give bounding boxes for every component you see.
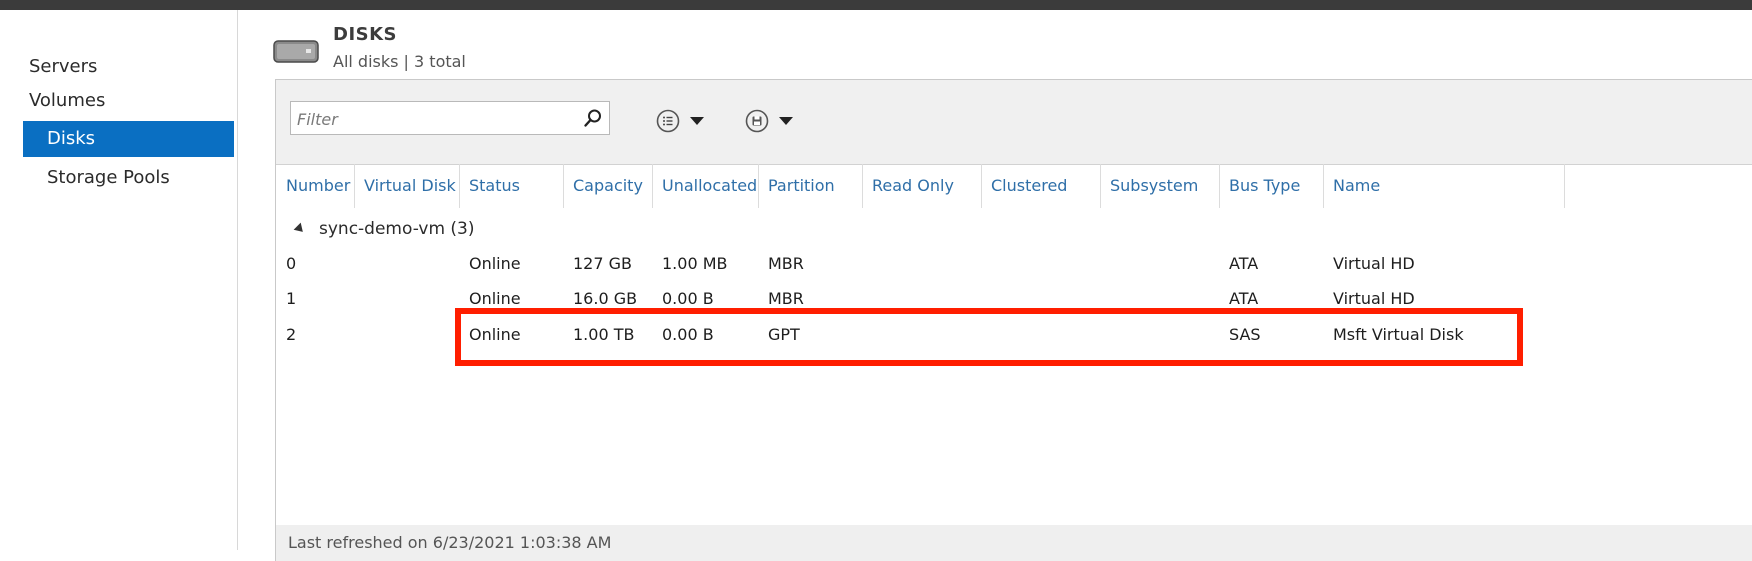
disks-panel: Number Virtual Disk Status Capacity Unal… bbox=[275, 79, 1752, 561]
column-header-subsystem[interactable]: Subsystem bbox=[1100, 164, 1219, 208]
cell-status: Online bbox=[469, 254, 521, 273]
last-refreshed-text: Last refreshed on 6/23/2021 1:03:38 AM bbox=[288, 533, 612, 552]
cell-status: Online bbox=[469, 289, 521, 308]
cell-read-only bbox=[862, 247, 872, 281]
cell-partition: MBR bbox=[768, 289, 804, 308]
column-header-read-only[interactable]: Read Only bbox=[862, 164, 981, 208]
sidebar-item-disks[interactable]: Disks bbox=[23, 121, 234, 157]
column-header-partition[interactable]: Partition bbox=[758, 164, 862, 208]
chevron-down-icon bbox=[690, 117, 704, 125]
cell-unallocated: 1.00 MB bbox=[662, 254, 728, 273]
save-query-button[interactable] bbox=[745, 108, 794, 134]
column-header-capacity[interactable]: Capacity bbox=[563, 164, 652, 208]
window-top-bar bbox=[0, 0, 1752, 10]
cell-clustered bbox=[981, 282, 991, 316]
cell-bus-type: SAS bbox=[1229, 325, 1261, 344]
column-header-name[interactable]: Name bbox=[1323, 164, 1531, 208]
cell-name: Virtual HD bbox=[1333, 254, 1415, 273]
cell-subsystem bbox=[1100, 247, 1110, 281]
list-icon bbox=[656, 109, 680, 133]
view-options-button[interactable] bbox=[656, 108, 705, 134]
sidebar: Servers Volumes Disks Storage Pools bbox=[0, 10, 238, 550]
cell-status: Online bbox=[469, 325, 521, 344]
table-row[interactable]: 1 Online 16.0 GB 0.00 B MBR ATA Virtual … bbox=[276, 282, 1752, 316]
status-bar: Last refreshed on 6/23/2021 1:03:38 AM bbox=[276, 525, 1752, 561]
group-label: sync-demo-vm (3) bbox=[319, 219, 475, 239]
column-header-number[interactable]: Number bbox=[276, 164, 354, 208]
cell-subsystem bbox=[1100, 282, 1110, 316]
sidebar-item-volumes[interactable]: Volumes bbox=[29, 83, 105, 119]
cell-bus-type: ATA bbox=[1229, 254, 1259, 273]
cell-number: 1 bbox=[286, 289, 297, 308]
cell-partition: MBR bbox=[768, 254, 804, 273]
cell-read-only bbox=[862, 318, 872, 352]
toolbar bbox=[276, 80, 1752, 165]
column-header-bus-type[interactable]: Bus Type bbox=[1219, 164, 1323, 208]
cell-capacity: 127 GB bbox=[573, 254, 632, 273]
column-header-status[interactable]: Status bbox=[459, 164, 563, 208]
column-header-virtual-disk[interactable]: Virtual Disk bbox=[354, 164, 459, 208]
group-header[interactable]: sync-demo-vm (3) bbox=[293, 214, 475, 244]
page-title: DISKS bbox=[333, 24, 398, 45]
cell-subsystem bbox=[1100, 318, 1110, 352]
filter-box bbox=[290, 101, 610, 135]
cell-capacity: 16.0 GB bbox=[573, 289, 638, 308]
cell-read-only bbox=[862, 282, 872, 316]
filter-input[interactable] bbox=[295, 104, 579, 134]
cell-bus-type: ATA bbox=[1229, 289, 1259, 308]
cell-clustered bbox=[981, 247, 991, 281]
cell-clustered bbox=[981, 318, 991, 352]
save-icon bbox=[745, 109, 769, 133]
column-header-clustered[interactable]: Clustered bbox=[981, 164, 1100, 208]
cell-partition: GPT bbox=[768, 325, 800, 344]
sidebar-item-storage-pools[interactable]: Storage Pools bbox=[47, 160, 170, 196]
chevron-down-icon bbox=[779, 117, 793, 125]
cell-number: 2 bbox=[286, 325, 297, 344]
disk-drive-icon bbox=[273, 40, 319, 63]
cell-capacity: 1.00 TB bbox=[573, 325, 635, 344]
column-separator bbox=[1564, 164, 1565, 208]
cell-unallocated: 0.00 B bbox=[662, 289, 714, 308]
cell-virtual-disk bbox=[354, 318, 364, 352]
cell-name: Msft Virtual Disk bbox=[1333, 325, 1464, 344]
collapse-triangle-icon[interactable] bbox=[293, 222, 307, 236]
cell-name: Virtual HD bbox=[1333, 289, 1415, 308]
cell-unallocated: 0.00 B bbox=[662, 325, 714, 344]
sidebar-item-servers[interactable]: Servers bbox=[29, 49, 97, 85]
table-row[interactable]: 0 Online 127 GB 1.00 MB MBR ATA Virtual … bbox=[276, 247, 1752, 281]
search-icon[interactable] bbox=[583, 108, 603, 128]
cell-virtual-disk bbox=[354, 247, 364, 281]
column-header-unallocated[interactable]: Unallocated bbox=[652, 164, 758, 208]
cell-virtual-disk bbox=[354, 282, 364, 316]
table-row[interactable]: 2 Online 1.00 TB 0.00 B GPT SAS Msft Vir… bbox=[276, 318, 1752, 352]
page-subtitle: All disks | 3 total bbox=[333, 52, 466, 71]
cell-number: 0 bbox=[286, 254, 297, 273]
